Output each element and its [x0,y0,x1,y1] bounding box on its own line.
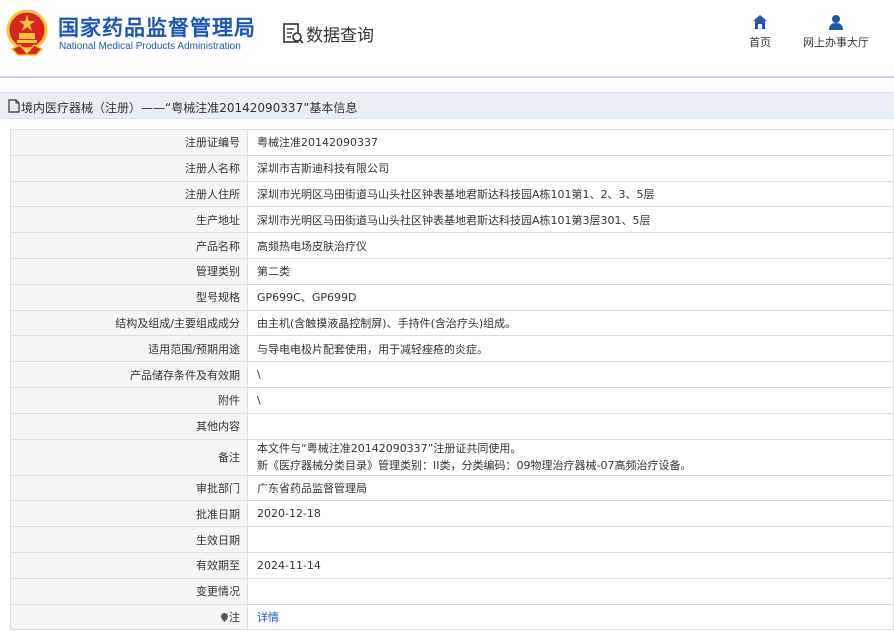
field-value [247,577,894,605]
table-row: 注册证编号 粤械注准20142090337 [10,129,894,156]
table-row: 注册人住所 深圳市光明区马田街道马山头社区钟表基地君斯达科技园A栋101第1、2… [10,180,894,208]
site-header: 国家药品监督管理局 National Medical Products Admi… [0,0,894,76]
table-row: 生产地址 深圳市光明区马田街道马山头社区钟表基地君斯达科技园A栋101第3层30… [10,206,894,234]
table-row: 管理类别 第二类 [10,257,894,285]
field-label: 生效日期 [10,526,248,553]
field-label: 批准日期 [10,500,248,528]
breadcrumb-text: 境内医疗器械（注册）——“粤械注准20142090337”基本信息 [21,101,358,115]
document-icon [8,99,20,113]
field-label: 审批部门 [10,474,248,502]
field-label: 型号规格 [10,283,248,311]
site-title: 国家药品监督管理局 [58,16,256,40]
table-row: 有效期至 2024-11-14 [10,551,894,579]
field-label: 有效期至 [10,551,248,579]
table-row: 适用范围/预期用途 与导电电极片配套使用，用于减轻痤疮的炎症。 [10,335,894,363]
table-row: 注 详情 [10,603,894,631]
field-value: \ [247,386,894,414]
field-label: 附件 [10,386,248,414]
table-row: 产品储存条件及有效期 \ [10,361,894,388]
field-label: 结构及组成/主要组成成分 [10,309,248,337]
field-value: 由主机(含触摸液晶控制屏)、手持件(含治疗头)组成。 [247,309,894,337]
table-row: 备注 本文件与“粤械注准20142090337”注册证共同使用。 新《医疗器械分… [10,438,894,476]
site-subtitle: National Medical Products Administration [59,41,241,52]
table-row: 型号规格 GP699C、GP699D [10,283,894,311]
nav-home-label: 首页 [749,36,771,49]
field-label: 注册人住所 [10,180,248,208]
field-value: 第二类 [247,257,894,285]
device-info-table: 注册证编号 粤械注准20142090337 注册人名称 深圳市吉斯迪科技有限公司… [10,129,894,631]
remark-line: 新《医疗器械分类目录》管理类别：II类，分类编码：09物理治疗器械-07高频治疗… [257,459,692,473]
field-value: \ [247,361,894,388]
field-label: 适用范围/预期用途 [10,335,248,363]
field-value: 详情 [247,603,894,631]
data-query-icon [283,23,304,44]
field-value: 深圳市吉斯迪科技有限公司 [247,154,894,182]
field-value: 2024-11-14 [247,551,894,579]
table-row: 审批部门 广东省药品监督管理局 [10,474,894,502]
field-label: 注册人名称 [10,154,248,182]
data-query-title: 数据查询 [306,26,374,46]
home-icon [753,15,767,29]
field-label: 注 [229,610,240,624]
nav-online-service-hall[interactable]: 网上办事大厅 [798,14,874,50]
table-row: 结构及组成/主要组成成分 由主机(含触摸液晶控制屏)、手持件(含治疗头)组成。 [10,309,894,337]
user-icon [829,15,843,30]
details-link[interactable]: 详情 [257,611,279,624]
table-row: 批准日期 2020-12-18 [10,500,894,528]
field-label: 备注 [10,438,248,476]
location-pin-icon [221,612,228,622]
field-value: 深圳市光明区马田街道马山头社区钟表基地君斯达科技园A栋101第3层301、5层 [247,206,894,234]
table-row: 注册人名称 深圳市吉斯迪科技有限公司 [10,154,894,182]
header-divider [0,76,894,78]
field-value: GP699C、GP699D [247,283,894,311]
field-value [247,412,894,440]
nav-home[interactable]: 首页 [740,14,780,50]
table-row: 附件 \ [10,386,894,414]
field-value: 2020-12-18 [247,500,894,528]
field-label: 其他内容 [10,412,248,440]
table-row: 产品名称 高频热电场皮肤治疗仪 [10,232,894,259]
field-value [247,526,894,553]
breadcrumb: 境内医疗器械（注册）——“粤械注准20142090337”基本信息 [0,92,894,119]
note-label-cell: 注 [10,603,248,631]
field-value: 广东省药品监督管理局 [247,474,894,502]
field-value: 粤械注准20142090337 [247,129,894,156]
field-label: 生产地址 [10,206,248,234]
field-value: 深圳市光明区马田街道马山头社区钟表基地君斯达科技园A栋101第1、2、3、5层 [247,180,894,208]
field-label: 管理类别 [10,257,248,285]
table-row: 其他内容 [10,412,894,440]
field-label: 注册证编号 [10,129,248,156]
national-emblem-icon [6,9,48,56]
field-value: 高频热电场皮肤治疗仪 [247,232,894,259]
nav-online-service-hall-label: 网上办事大厅 [803,36,869,49]
table-row: 生效日期 [10,526,894,553]
field-label: 产品名称 [10,232,248,259]
field-value: 与导电电极片配套使用，用于减轻痤疮的炎症。 [247,335,894,363]
table-row: 变更情况 [10,577,894,605]
remark-line: 本文件与“粤械注准20142090337”注册证共同使用。 [257,442,522,456]
field-value-remarks: 本文件与“粤械注准20142090337”注册证共同使用。 新《医疗器械分类目录… [247,438,894,476]
field-label: 变更情况 [10,577,248,605]
field-label: 产品储存条件及有效期 [10,361,248,388]
